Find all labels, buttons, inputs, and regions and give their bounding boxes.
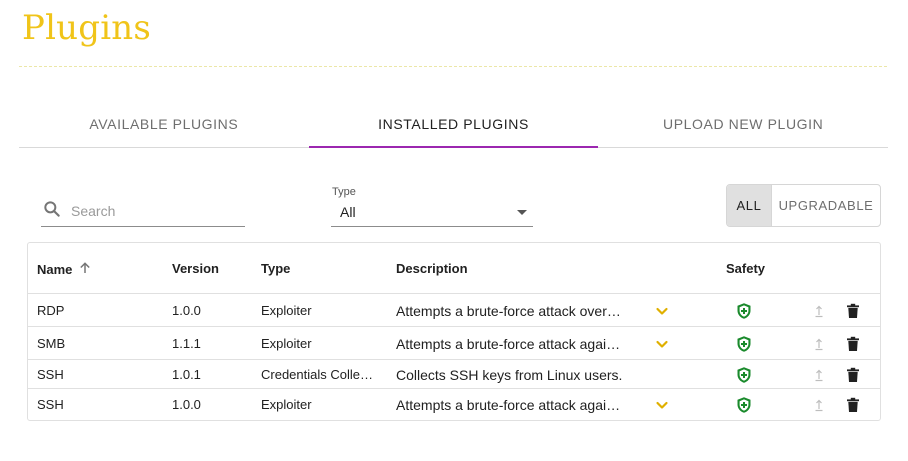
plugin-name: RDP bbox=[37, 302, 65, 318]
chevron-down-icon[interactable] bbox=[654, 303, 670, 319]
upgrade-arrow-icon[interactable] bbox=[813, 337, 825, 351]
trash-icon[interactable] bbox=[846, 397, 860, 413]
plugin-version: 1.0.1 bbox=[172, 366, 201, 382]
toggle-upgradable[interactable]: UPGRADABLE bbox=[772, 185, 880, 226]
column-header-safety[interactable]: Safety bbox=[726, 261, 765, 276]
trash-icon[interactable] bbox=[846, 303, 860, 319]
type-select-label: Type bbox=[332, 186, 356, 198]
plugin-description: Attempts a brute-force attack agai… bbox=[396, 397, 621, 413]
upgrade-filter-toggle: ALL UPGRADABLE bbox=[726, 184, 881, 227]
upgrade-arrow-icon[interactable] bbox=[813, 304, 825, 318]
plugin-type: Exploiter bbox=[261, 397, 312, 412]
plugin-type: Exploiter bbox=[261, 302, 312, 318]
page-title: Plugins bbox=[22, 8, 152, 48]
table-header: Name Version Type Description Safety bbox=[28, 243, 880, 294]
tab-available-plugins[interactable]: AVAILABLE PLUGINS bbox=[19, 100, 309, 147]
plugin-version: 1.0.0 bbox=[172, 397, 201, 412]
plugin-version: 1.1.1 bbox=[172, 335, 201, 351]
column-header-name-label: Name bbox=[37, 262, 73, 277]
type-select-value: All bbox=[340, 204, 356, 220]
upgrade-arrow-icon[interactable] bbox=[813, 368, 825, 382]
type-select[interactable]: Type All bbox=[331, 184, 533, 227]
column-header-type[interactable]: Type bbox=[261, 261, 290, 276]
plugin-description: Attempts a brute-force attack agai… bbox=[396, 335, 621, 352]
table-row: RDP 1.0.0 Exploiter Attempts a brute-force … bbox=[28, 294, 880, 327]
upgrade-arrow-icon[interactable] bbox=[813, 398, 825, 412]
table-row: SSH 1.0.0 Exploiter Attempts a brute-force … bbox=[28, 389, 880, 421]
installed-plugins-table: Name Version Type Description Safety RDP… bbox=[27, 242, 881, 421]
plugin-tabs: AVAILABLE PLUGINS INSTALLED PLUGINS UPLO… bbox=[19, 100, 888, 148]
dropdown-caret-icon bbox=[517, 210, 527, 215]
shield-plus-icon bbox=[735, 396, 753, 414]
plugin-type: Exploiter bbox=[261, 335, 312, 351]
toggle-all[interactable]: ALL bbox=[727, 185, 772, 226]
trash-icon[interactable] bbox=[846, 336, 860, 352]
plugin-description: Collects SSH keys from Linux users. bbox=[396, 366, 623, 383]
trash-icon[interactable] bbox=[846, 367, 860, 383]
shield-plus-icon bbox=[735, 335, 753, 353]
column-header-version[interactable]: Version bbox=[172, 261, 219, 276]
search-field bbox=[41, 196, 245, 227]
shield-plus-icon bbox=[735, 302, 753, 320]
plugin-name: SSH bbox=[37, 366, 64, 382]
table-row: SMB 1.1.1 Exploiter Attempts a brute-force … bbox=[28, 327, 880, 360]
tab-upload-new-plugin[interactable]: UPLOAD NEW PLUGIN bbox=[598, 100, 888, 147]
column-header-name[interactable]: Name bbox=[37, 261, 92, 278]
tab-installed-plugins[interactable]: INSTALLED PLUGINS bbox=[308, 100, 599, 148]
chevron-down-icon[interactable] bbox=[654, 336, 670, 352]
plugin-version: 1.0.0 bbox=[172, 302, 201, 318]
column-header-description[interactable]: Description bbox=[396, 261, 468, 276]
arrow-up-icon bbox=[72, 261, 92, 278]
table-row: SSH 1.0.1 Credentials Colle… Collects SSH k… bbox=[28, 360, 880, 389]
search-input[interactable] bbox=[71, 203, 231, 219]
search-icon bbox=[41, 199, 62, 224]
plugin-name: SSH bbox=[37, 397, 64, 412]
shield-plus-icon bbox=[735, 366, 753, 384]
chevron-down-icon[interactable] bbox=[654, 397, 670, 413]
title-divider bbox=[19, 66, 887, 67]
plugin-type: Credentials Colle… bbox=[261, 366, 373, 382]
plugin-name: SMB bbox=[37, 335, 66, 351]
plugin-description: Attempts a brute-force attack over… bbox=[396, 302, 621, 319]
